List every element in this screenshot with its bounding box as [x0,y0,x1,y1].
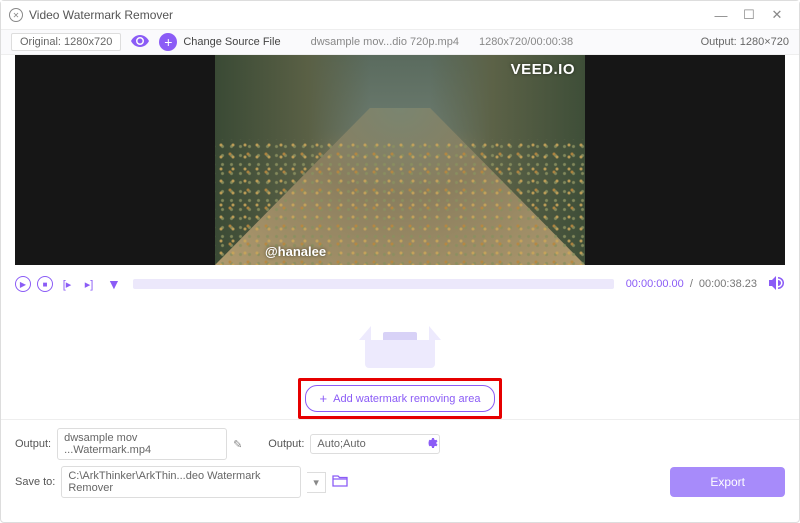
play-button[interactable]: ▶ [15,276,31,292]
app-icon: ✕ [9,8,23,22]
frame-back-button[interactable]: [▸ [59,276,75,292]
close-button[interactable]: ✕ [763,7,791,23]
output-mode-label: Output: [268,438,304,450]
open-folder-icon[interactable] [332,474,348,490]
export-button[interactable]: Export [670,467,785,497]
playhead-icon[interactable]: ▼ [107,276,121,292]
output-dimensions: Output: 1280×720 [701,36,789,48]
output-filename-field[interactable]: dwsample mov ...Watermark.mp4 [57,428,227,460]
output-file-label: Output: [15,438,51,450]
saveto-dropdown[interactable]: ▾ [307,472,326,493]
title-bar: ✕ Video Watermark Remover — ☐ ✕ [1,1,799,29]
tray-icon [365,318,435,368]
time-separator: / [690,278,693,290]
highlight-annotation: + Add watermark removing area [298,378,503,419]
frame-forward-button[interactable]: ▸] [81,276,97,292]
source-filename: dwsample mov...dio 720p.mp4 [311,36,459,48]
change-source-button[interactable]: Change Source File [183,36,280,48]
saveto-path-field[interactable]: C:\ArkThinker\ArkThin...deo Watermark Re… [61,466,301,498]
original-dimensions: Original: 1280x720 [11,33,121,51]
app-title: Video Watermark Remover [29,8,173,22]
watermark-hanalee: @hanalee [265,244,326,259]
time-current: 00:00:00.00 [626,278,684,290]
saveto-label: Save to: [15,476,55,488]
bottom-panel: Output: dwsample mov ...Watermark.mp4 ✎ … [1,419,799,498]
time-total: 00:00:38.23 [699,278,757,290]
output-mode-field[interactable]: Auto;Auto [310,434,440,454]
watermark-veed: VEED.IO [511,61,575,78]
output-settings-icon[interactable] [426,436,440,453]
add-watermark-label: Add watermark removing area [333,393,480,405]
timeline-scrubber[interactable] [133,279,614,289]
add-watermark-area-button[interactable]: + Add watermark removing area [305,385,496,412]
video-preview[interactable]: VEED.IO @hanalee [15,55,785,265]
source-dimensions-duration: 1280x720/00:00:38 [479,36,573,48]
info-bar: Original: 1280x720 + Change Source File … [1,29,799,55]
edit-output-icon[interactable]: ✎ [233,438,242,451]
volume-icon[interactable] [769,276,785,293]
minimize-button[interactable]: — [707,8,735,23]
preview-toggle-icon[interactable] [131,34,149,50]
stop-button[interactable]: ■ [37,276,53,292]
maximize-button[interactable]: ☐ [735,7,763,23]
plus-icon: + [320,391,328,406]
watermark-drop-area: + Add watermark removing area [1,299,799,419]
add-source-icon[interactable]: + [159,33,177,51]
playback-controls: ▶ ■ [▸ ▸] ▼ 00:00:00.00 / 00:00:38.23 [1,269,799,299]
video-frame: VEED.IO @hanalee [215,55,585,265]
